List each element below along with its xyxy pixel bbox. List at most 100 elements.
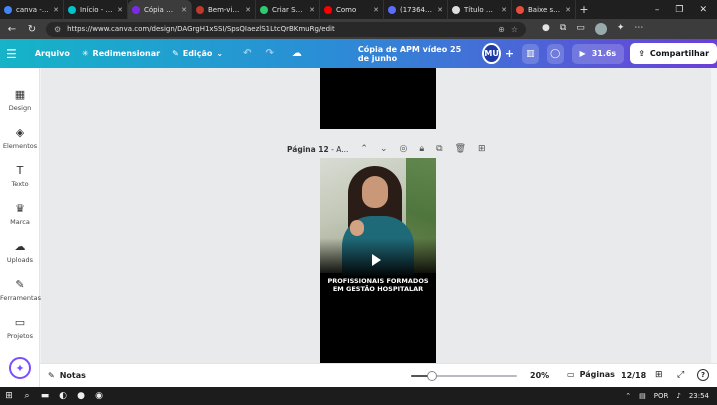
zoom-slider-knob[interactable] [427,371,437,381]
edit-label: Edição [182,49,213,58]
share-button[interactable]: ⇪ Compartilhar [630,43,717,64]
profile-avatar[interactable] [594,23,607,35]
chevron-down-icon[interactable]: ⌄ [380,144,388,154]
menu-icon[interactable]: ☰ [0,47,23,61]
browser-tab[interactable]: Título anú ✕ [448,0,512,19]
magic-assistant-button[interactable]: ✦ [9,357,31,379]
extension-icon[interactable]: ● [542,23,550,35]
text-icon: T [16,164,24,177]
sidebar-item-text[interactable]: T Texto [0,164,40,188]
browser-tab[interactable]: Início - Can ✕ [64,0,128,19]
sidebar-item-design[interactable]: ▦ Design [0,88,40,112]
new-tab-button[interactable]: + [576,3,592,16]
browser-tab[interactable]: Bem-vindo✕ [192,0,256,19]
edit-mode-dropdown[interactable]: ✎ Edição ⌄ [172,49,223,58]
help-icon[interactable]: ? [697,369,709,381]
browser-tab[interactable]: Criar Servi ✕ [256,0,320,19]
eye-hide-icon[interactable]: ◎ [399,144,407,154]
menu-dots-icon[interactable]: ⋯ [634,23,643,35]
address-bar[interactable]: ⚙ https://www.canva.com/design/DAGrgH1xS… [46,21,526,37]
bookmark-star-icon[interactable]: ☆ [511,25,518,34]
tab-close-icon[interactable]: ✕ [309,6,315,14]
tray-chevron-icon[interactable]: ⌃ [625,392,631,400]
tab-close-icon[interactable]: ✕ [437,6,443,14]
tab-label: Como [336,5,357,14]
zoom-level[interactable]: 20% [530,371,549,380]
canva-taskbar-icon[interactable]: ◉ [90,391,108,401]
minimize-icon[interactable]: – [655,5,660,15]
tab-close-icon[interactable]: ✕ [181,6,187,14]
duration-label: 31.6s [591,49,617,58]
avatar[interactable]: MU [482,43,501,64]
page-title[interactable]: Página 12 - A... [287,145,348,154]
sidebar-item-brand[interactable]: ♛ Marca [0,202,40,226]
windows-start-icon[interactable]: ⊞ [0,391,18,401]
chevron-up-icon[interactable]: ⌃ [360,144,368,154]
notes-button[interactable]: ✎ Notas [48,371,86,380]
browser-tab[interactable]: (17364) Dir ✕ [384,0,448,19]
tab-close-icon[interactable]: ✕ [501,6,507,14]
tab-close-icon[interactable]: ✕ [245,6,251,14]
browser-tab[interactable]: Cópia de A ✕ [128,0,192,19]
browser-tab[interactable]: Baixe seu a✕ [512,0,576,19]
site-info-icon[interactable]: ⚙ [54,25,61,34]
browser-tab[interactable]: canva - Pes ✕ [0,0,64,19]
language-indicator[interactable]: POR [654,392,669,400]
grid-view-icon[interactable]: ⊞ [655,370,663,380]
present-button[interactable]: ▶ 31.6s [571,43,625,64]
reload-icon[interactable]: ↻ [26,24,38,35]
duplicate-icon[interactable]: ⧉ [436,144,442,154]
close-window-icon[interactable]: ✕ [699,5,707,15]
resize-button[interactable]: ✳ Redimensionar [82,49,160,58]
video-play-icon[interactable] [372,254,381,266]
browser-tab[interactable]: Como ✕ [320,0,384,19]
add-page-icon[interactable]: ⊞ [478,144,486,154]
tab-close-icon[interactable]: ✕ [117,6,123,14]
invite-plus-icon[interactable]: + [505,47,514,60]
tab-label: Título anú [464,5,498,14]
tab-close-icon[interactable]: ✕ [373,6,379,14]
spotify-icon[interactable]: ● [72,391,90,401]
editor-canvas[interactable]: Página 12 - A... ⌃ ⌄ ◎ 🔒︎ ⧉ 🗑︎ ⊞ PROFISS… [41,68,711,363]
upload-icon: ☁ [14,240,26,253]
split-view-icon[interactable]: ▭ [576,23,585,35]
file-explorer-icon[interactable]: ▬ [36,391,54,401]
sidebar-item-projects[interactable]: ▭ Projetos [0,316,40,340]
previous-page-thumbnail[interactable] [320,68,436,129]
elements-icon: ◈ [15,126,25,139]
page-toolbar: Página 12 - A... ⌃ ⌄ ◎ 🔒︎ ⧉ 🗑︎ ⊞ [287,142,486,156]
clock[interactable]: 23:54 [689,392,709,400]
bar-chart-icon: ▥ [526,48,535,59]
network-icon[interactable]: ▤ [639,392,646,400]
browser-toolbar: ← ↻ ⚙ https://www.canva.com/design/DAGrg… [0,19,717,39]
search-icon[interactable]: ⌕ [18,391,36,401]
tab-close-icon[interactable]: ✕ [53,6,59,14]
current-page[interactable]: PROFISSIONAIS FORMADOS EM GESTÃO HOSPITA… [320,158,436,363]
document-title[interactable]: Cópia de APM vídeo 25 de junho [358,45,469,63]
undo-icon[interactable]: ↶ [243,48,251,59]
sidebar-item-elements[interactable]: ◈ Elementos [0,126,40,150]
edge-icon[interactable]: ◐ [54,391,72,401]
back-icon[interactable]: ← [6,24,18,35]
zoom-icon[interactable]: ⊕ [498,25,505,34]
cloud-saved-icon[interactable]: ☁ [292,48,302,59]
comments-button[interactable]: ◯ [546,43,564,64]
trash-icon[interactable]: 🗑︎ [455,144,466,154]
volume-icon[interactable]: ♪ [676,392,680,400]
zoom-slider[interactable] [411,371,517,381]
extension-puzzle-icon[interactable]: ⧉ [560,23,566,35]
redo-icon[interactable]: ↷ [265,48,273,59]
pages-button[interactable]: ▭ Páginas [567,370,615,379]
tab-close-icon[interactable]: ✕ [565,6,571,14]
fullscreen-icon[interactable]: ⤢ [677,370,684,380]
share-icon: ⇪ [638,49,645,58]
copilot-icon[interactable]: ✦ [617,23,625,35]
sidebar-item-uploads[interactable]: ☁ Uploads [0,240,40,264]
lock-icon[interactable]: 🔒︎ [419,144,424,154]
tab-favicon-icon [388,5,396,14]
maximize-icon[interactable]: ❐ [675,5,683,15]
sidebar-item-tools[interactable]: ✎ Ferramentas [0,278,41,302]
window-controls: – ❐ ✕ [655,5,717,15]
file-menu[interactable]: Arquivo [35,49,70,58]
insights-button[interactable]: ▥ [522,43,539,64]
